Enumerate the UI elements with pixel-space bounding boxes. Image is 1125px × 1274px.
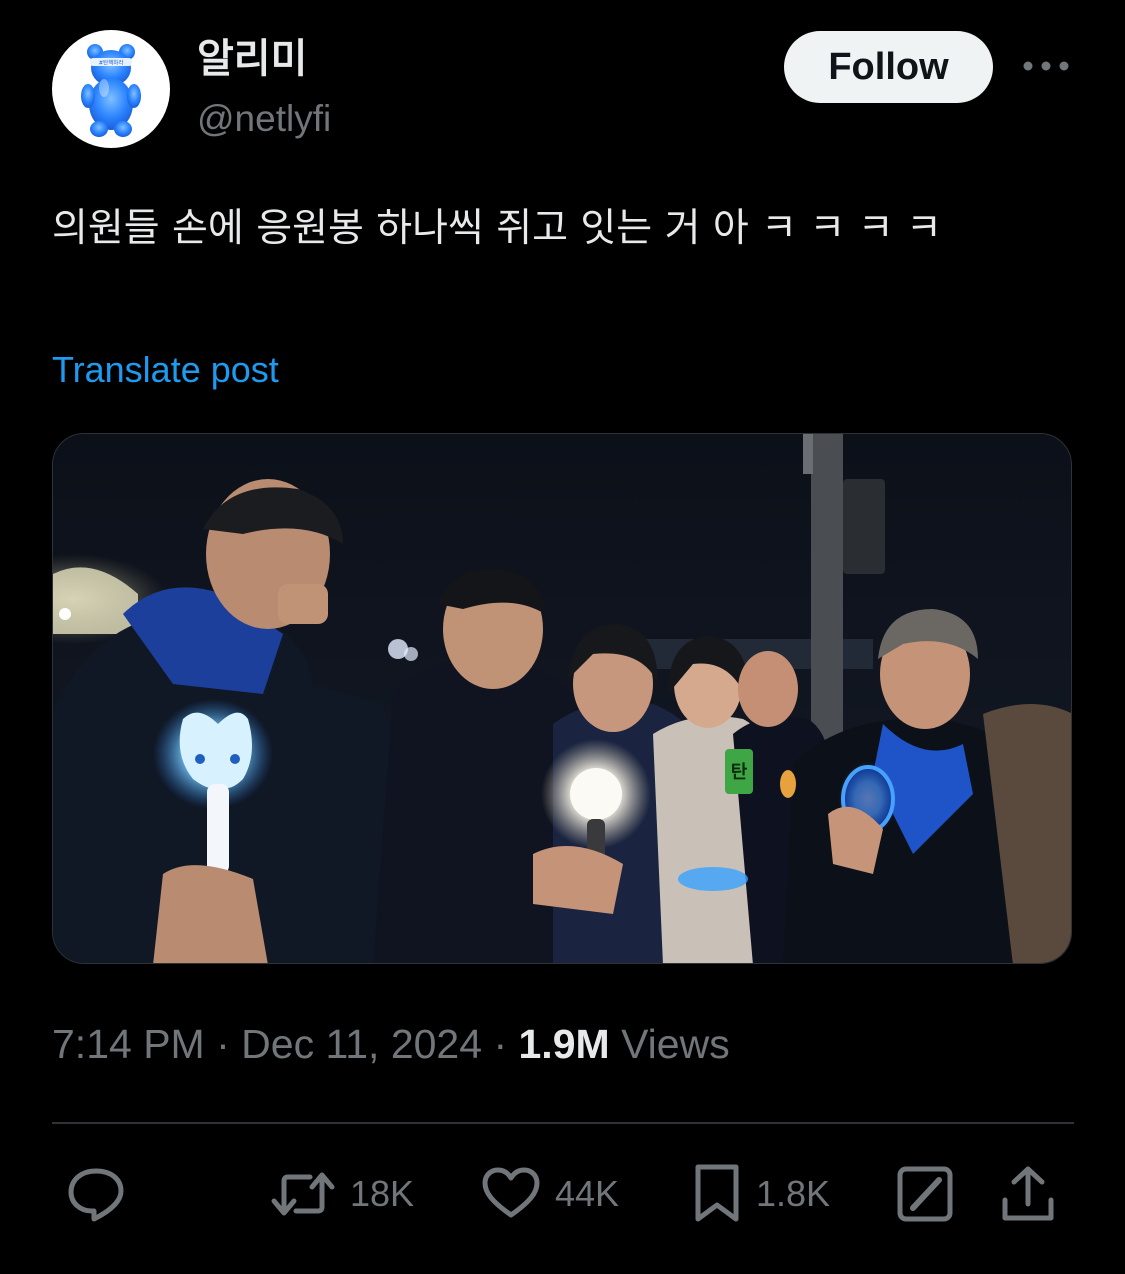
like-button[interactable]: 44K xyxy=(481,1162,619,1226)
tweet-media-image[interactable]: 탄 xyxy=(52,433,1072,964)
share-icon xyxy=(1002,1166,1054,1221)
grok-icon xyxy=(897,1166,953,1222)
reply-icon xyxy=(68,1168,124,1222)
bookmark-icon xyxy=(695,1164,739,1222)
follow-button[interactable]: Follow xyxy=(784,31,993,103)
retweet-icon xyxy=(271,1172,335,1216)
tweet-header: #탄핵하라 알리미 @netlyfi Follow xyxy=(0,0,1125,160)
blue-gummy-bear-icon: #탄핵하라 xyxy=(81,44,141,137)
reply-button[interactable] xyxy=(66,1162,126,1226)
heart-icon xyxy=(482,1167,540,1218)
tweet-text: 의원들 손에 응원봉 하나씩 쥐고 잇는 거 아 ㅋ ㅋ ㅋ ㅋ xyxy=(52,206,942,251)
meta-separator: · xyxy=(493,1021,508,1067)
retweet-button[interactable]: 18K xyxy=(270,1162,414,1226)
grok-button[interactable] xyxy=(896,1162,954,1226)
views-count: 1.9M xyxy=(518,1021,610,1067)
avatar-band-text: #탄핵하라 xyxy=(99,59,124,67)
meta-separator: · xyxy=(216,1021,230,1067)
divider xyxy=(52,1122,1074,1124)
more-icon xyxy=(1023,61,1069,71)
like-count: 44K xyxy=(555,1173,620,1214)
more-button[interactable] xyxy=(1018,46,1074,86)
views-label: Views xyxy=(621,1021,730,1067)
author-handle[interactable]: @netlyfi xyxy=(197,96,331,142)
translate-post-link[interactable]: Translate post xyxy=(52,347,279,393)
protest-photo: 탄 xyxy=(53,434,1071,963)
protest-sign-text: 탄 xyxy=(731,762,748,783)
share-button[interactable] xyxy=(1000,1162,1056,1226)
tweet-time[interactable]: 7:14 PM xyxy=(52,1021,205,1067)
bookmark-button[interactable]: 1.8K xyxy=(692,1162,830,1226)
tweet-date[interactable]: Dec 11, 2024 xyxy=(241,1021,482,1067)
retweet-count: 18K xyxy=(350,1173,415,1214)
tweet-meta: 7:14 PM · Dec 11, 2024 · 1.9M Views xyxy=(52,1018,730,1070)
bookmark-count: 1.8K xyxy=(756,1173,831,1214)
author-avatar[interactable]: #탄핵하라 xyxy=(52,30,170,148)
author-display-name[interactable]: 알리미 xyxy=(197,34,307,84)
